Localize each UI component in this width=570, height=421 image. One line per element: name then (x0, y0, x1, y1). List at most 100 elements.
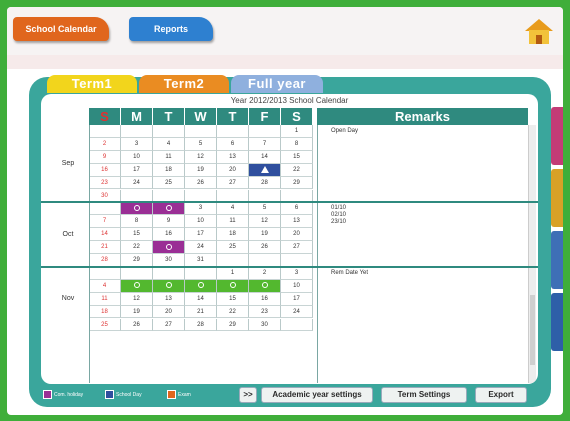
tab-full-year[interactable]: Full year (231, 75, 323, 93)
calendar-day[interactable]: 17 (185, 228, 217, 242)
export-button[interactable]: Export (475, 387, 527, 403)
calendar-day[interactable]: 24 (121, 176, 153, 190)
calendar-day[interactable]: 10 (185, 215, 217, 229)
calendar-day[interactable]: 6 (217, 137, 249, 151)
calendar-day[interactable] (89, 266, 121, 280)
side-tab-3[interactable] (551, 231, 563, 289)
calendar-day[interactable]: 14 (89, 228, 121, 242)
calendar-day[interactable]: 15 (217, 292, 249, 306)
calendar-day[interactable]: 3 (121, 137, 153, 151)
calendar-day[interactable]: 6 (281, 202, 313, 216)
calendar-day[interactable]: 20 (217, 163, 249, 177)
calendar-day[interactable]: 25 (89, 318, 121, 332)
calendar-day[interactable]: 12 (121, 292, 153, 306)
calendar-day[interactable]: 14 (249, 150, 281, 164)
calendar-day[interactable]: 4 (217, 202, 249, 216)
calendar-day[interactable]: 29 (217, 318, 249, 332)
calendar-day[interactable]: 10 (281, 279, 313, 293)
calendar-day[interactable]: 19 (121, 305, 153, 319)
calendar-day[interactable]: 22 (121, 241, 153, 254)
school-calendar-button[interactable]: School Calendar (13, 17, 109, 41)
calendar-day[interactable]: 13 (217, 150, 249, 164)
calendar-day[interactable]: 14 (185, 292, 217, 306)
calendar-day[interactable]: 22 (217, 305, 249, 319)
calendar-day-marked[interactable] (249, 163, 281, 177)
calendar-day[interactable]: 25 (153, 176, 185, 190)
tab-term2[interactable]: Term2 (139, 75, 229, 93)
calendar-day[interactable]: 16 (249, 292, 281, 306)
calendar-day[interactable]: 24 (281, 305, 313, 319)
calendar-day[interactable]: 1 (281, 125, 313, 138)
calendar-day[interactable]: 26 (121, 318, 153, 332)
calendar-day[interactable]: 28 (185, 318, 217, 332)
calendar-day-marked[interactable] (153, 241, 185, 254)
calendar-day[interactable] (121, 266, 153, 280)
calendar-day[interactable]: 9 (89, 150, 121, 164)
calendar-day[interactable]: 8 (121, 215, 153, 229)
calendar-day[interactable]: 26 (249, 241, 281, 254)
next-button[interactable]: >> (239, 387, 257, 403)
calendar-day[interactable]: 2 (89, 137, 121, 151)
calendar-day[interactable]: 4 (89, 279, 121, 293)
calendar-day[interactable] (121, 125, 153, 138)
calendar-day[interactable]: 19 (249, 228, 281, 242)
calendar-day[interactable]: 17 (281, 292, 313, 306)
calendar-day[interactable]: 29 (281, 176, 313, 190)
side-tab-1[interactable] (551, 107, 563, 165)
calendar-day[interactable]: 11 (153, 150, 185, 164)
calendar-day[interactable]: 11 (89, 292, 121, 306)
remarks-scrollbar[interactable] (528, 125, 536, 383)
calendar-day[interactable]: 21 (89, 241, 121, 254)
calendar-day[interactable] (217, 125, 249, 138)
home-icon[interactable] (521, 15, 557, 47)
calendar-day[interactable]: 19 (185, 163, 217, 177)
calendar-day[interactable]: 13 (281, 215, 313, 229)
calendar-day[interactable]: 15 (121, 228, 153, 242)
calendar-day[interactable]: 23 (249, 305, 281, 319)
calendar-day-marked[interactable] (249, 279, 281, 293)
reports-button[interactable]: Reports (129, 17, 213, 41)
month-remarks[interactable]: 01/10 02/10 23/10 (331, 205, 528, 226)
calendar-day[interactable]: 26 (185, 176, 217, 190)
calendar-day[interactable]: 7 (89, 215, 121, 229)
scrollbar-thumb[interactable] (530, 295, 535, 365)
calendar-day[interactable]: 10 (121, 150, 153, 164)
calendar-day[interactable] (153, 125, 185, 138)
term-settings-button[interactable]: Term Settings (381, 387, 467, 403)
calendar-day[interactable]: 8 (281, 137, 313, 151)
side-tab-4[interactable] (551, 293, 563, 351)
calendar-day[interactable]: 5 (185, 137, 217, 151)
calendar-day[interactable] (281, 318, 313, 332)
calendar-day[interactable]: 15 (281, 150, 313, 164)
calendar-day[interactable]: 13 (153, 292, 185, 306)
calendar-day-marked[interactable] (121, 202, 153, 216)
calendar-day[interactable]: 4 (153, 137, 185, 151)
calendar-day[interactable] (89, 125, 121, 138)
calendar-day[interactable] (153, 266, 185, 280)
calendar-day[interactable]: 16 (89, 163, 121, 177)
calendar-day-marked[interactable] (153, 202, 185, 216)
calendar-day[interactable]: 23 (89, 176, 121, 190)
calendar-day[interactable]: 2 (249, 266, 281, 280)
calendar-day[interactable] (249, 125, 281, 138)
calendar-day[interactable]: 27 (153, 318, 185, 332)
calendar-day[interactable]: 18 (217, 228, 249, 242)
calendar-day[interactable]: 3 (281, 266, 313, 280)
calendar-day[interactable]: 24 (185, 241, 217, 254)
calendar-day[interactable]: 11 (217, 215, 249, 229)
calendar-day[interactable]: 5 (249, 202, 281, 216)
month-remarks[interactable]: Rem Date Yet (331, 270, 528, 277)
tab-term1[interactable]: Term1 (47, 75, 137, 93)
calendar-day[interactable]: 18 (89, 305, 121, 319)
calendar-day-marked[interactable] (185, 279, 217, 293)
calendar-day[interactable]: 3 (185, 202, 217, 216)
calendar-day[interactable]: 16 (153, 228, 185, 242)
calendar-day[interactable]: 28 (249, 176, 281, 190)
calendar-day[interactable]: 20 (153, 305, 185, 319)
calendar-day[interactable] (89, 202, 121, 216)
calendar-day[interactable]: 20 (281, 228, 313, 242)
calendar-day[interactable]: 27 (281, 241, 313, 254)
calendar-day[interactable]: 25 (217, 241, 249, 254)
calendar-day[interactable]: 12 (185, 150, 217, 164)
calendar-day[interactable]: 7 (249, 137, 281, 151)
